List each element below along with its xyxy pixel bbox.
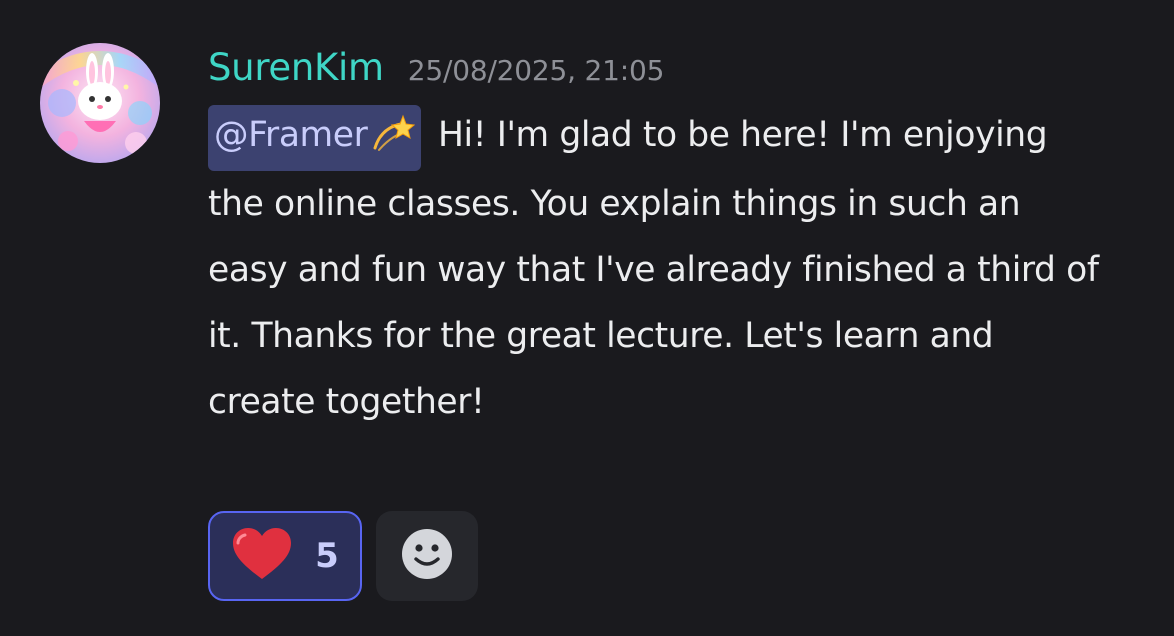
username[interactable]: SurenKim — [208, 46, 384, 89]
dizzy-star-icon — [371, 111, 416, 171]
user-avatar[interactable] — [40, 43, 160, 163]
chat-message: SurenKim 25/08/2025, 21:05 @Framer Hi! I… — [0, 0, 1174, 636]
reactions-bar: 5 — [208, 511, 478, 601]
heart-icon — [231, 527, 293, 585]
user-mention[interactable]: @Framer — [208, 105, 422, 171]
reaction-heart-button[interactable]: 5 — [208, 511, 362, 601]
avatar-image — [40, 43, 160, 163]
message-content: SurenKim 25/08/2025, 21:05 @Framer Hi! I… — [208, 46, 1128, 435]
timestamp[interactable]: 25/08/2025, 21:05 — [408, 54, 665, 87]
smiley-face-icon — [401, 528, 453, 584]
message-text: @Framer Hi! I'm glad to be here! I'm enj… — [208, 102, 1108, 435]
message-header: SurenKim 25/08/2025, 21:05 — [208, 46, 1128, 102]
add-reaction-button[interactable] — [376, 511, 478, 601]
reaction-count: 5 — [315, 536, 339, 576]
mention-label: @Framer — [214, 115, 368, 155]
